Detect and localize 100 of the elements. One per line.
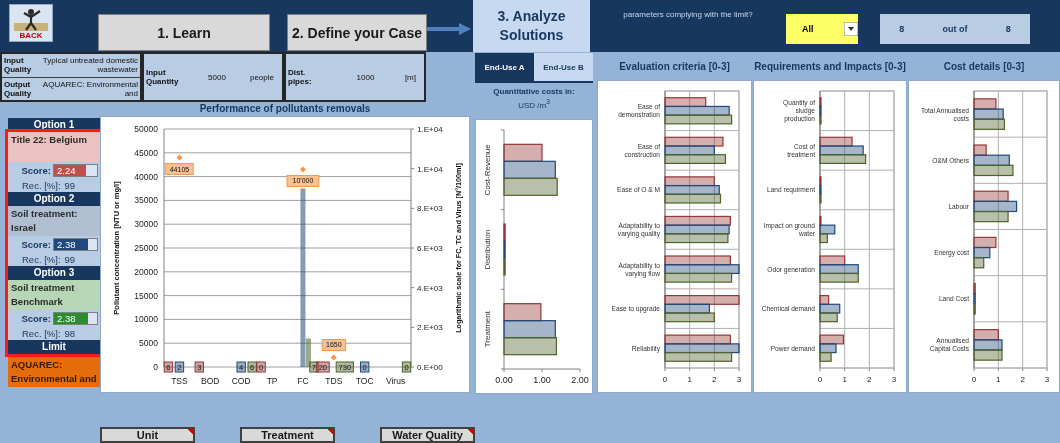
bar [503,320,556,339]
tick-label: 2.E+03 [417,323,443,333]
tick-label: 25000 [134,243,158,253]
tick-label: 10000 [134,314,158,325]
option-header: Option 2 [8,192,100,206]
category-label: Cost-Revenue [483,144,492,196]
bar [664,193,722,204]
field-label: Output Quality [4,79,33,98]
bar [503,303,542,322]
bar [664,176,715,187]
step-button[interactable]: 2. Define your Case [287,14,427,51]
option-header: Option 3 [8,266,100,280]
bar [973,210,1009,223]
chart-title: Requirements and Impacts [0-3] [753,60,907,74]
tick-label: 0 [153,362,158,372]
bar [664,145,715,156]
bar [973,200,1018,213]
score-label: Score: [21,238,51,250]
category-label: TP [266,376,278,386]
rec-value: 98 [64,327,76,339]
category-label: TOC [355,376,374,386]
option-header: Limit [8,340,100,354]
tick-label: 1.00 [533,375,551,385]
tick-label: 20000 [134,266,158,277]
category-label: TSS [171,376,188,386]
tick-label: 0.E+00 [417,363,443,372]
tick-label: 6.E+03 [417,244,443,253]
tick-label: 3 [891,375,897,384]
bar [973,98,997,110]
tab[interactable]: End-Use B [534,53,593,81]
bar [664,334,731,345]
bar [664,215,731,226]
tick-label: 2 [712,375,717,384]
tick-label: 15000 [134,290,158,301]
bar [973,164,1014,177]
limit-marker [176,154,183,161]
bar [503,177,558,196]
arrow-icon [427,22,471,36]
tick-label: 0 [971,375,977,384]
tick-label: 0 [662,375,668,384]
bar [819,272,859,283]
rec-label: Rec. [%]: [22,179,61,191]
field-value: 1000 [355,72,376,82]
score-label: Score: [21,164,51,176]
tick-label: 1.E+04 [417,164,443,174]
bar [664,351,733,362]
nav-button[interactable]: Treatment [240,427,335,443]
option-title: Soil treatment: Israel [8,206,100,236]
rec-value: 99 [64,253,76,265]
rec-label: Rec. [%]: [22,253,61,265]
bar [973,236,997,249]
tick-label: 2.00 [571,375,589,385]
bar [819,136,853,147]
bar [664,114,733,125]
tick-label: 1 [687,375,692,384]
limit-title: AQUAREC: Environmental and [8,357,100,387]
bar [664,224,730,235]
chart-title: Performance of pollutants removals [198,102,372,116]
bar [664,136,724,147]
nav-button[interactable]: Water Quality [380,427,475,443]
tick-label: 4.E+03 [417,283,443,293]
bar [664,255,731,266]
category-label: BOD [201,376,220,386]
bar [973,349,1003,361]
tick-label: 2 [1020,375,1025,384]
category-label: Virus [385,376,406,386]
score-value: 2.24 [57,164,76,176]
count-value: 8 [899,24,905,34]
filter-select[interactable]: All [786,14,858,44]
tick-label: 45000 [134,147,158,158]
tick-label: 3 [1044,375,1050,384]
cost-unit-label: Quantitative costs in: [492,87,576,97]
option-title: Soil treatment Benchmark [8,280,100,310]
tick-label: 2 [867,375,872,384]
bar [819,154,867,164]
back-button[interactable]: BACK [9,4,53,42]
tick-label: 35000 [134,195,158,206]
dropdown-arrow-icon [844,22,858,36]
tick-label: 50000 [134,124,158,134]
field-value: Typical untreated domestic wastewater [42,56,138,75]
tab[interactable]: End-Use A [475,53,534,81]
tick-label: 1 [996,375,1001,384]
bar [503,160,556,179]
rec-label: Rec. [%]: [22,327,61,339]
bar [973,108,1004,120]
category-label: Treatment [483,311,492,348]
field-label: Input Quantity [146,68,180,86]
tick-label: 8.E+03 [417,204,443,214]
step-button[interactable]: 1. Learn [98,14,270,51]
step-button[interactable]: 3. Analyze Solutions [473,0,590,52]
bar [973,329,999,341]
score-label: Score: [21,312,51,324]
bar [973,339,1003,351]
tick-label: 40000 [134,171,158,182]
field-value: 5000 [207,72,227,82]
tick-label: 1 [842,375,847,384]
nav-button[interactable]: Unit [100,427,195,443]
bar [973,190,1009,202]
tick-label: 5000 [139,338,158,349]
unit-label: [m] [404,72,416,82]
